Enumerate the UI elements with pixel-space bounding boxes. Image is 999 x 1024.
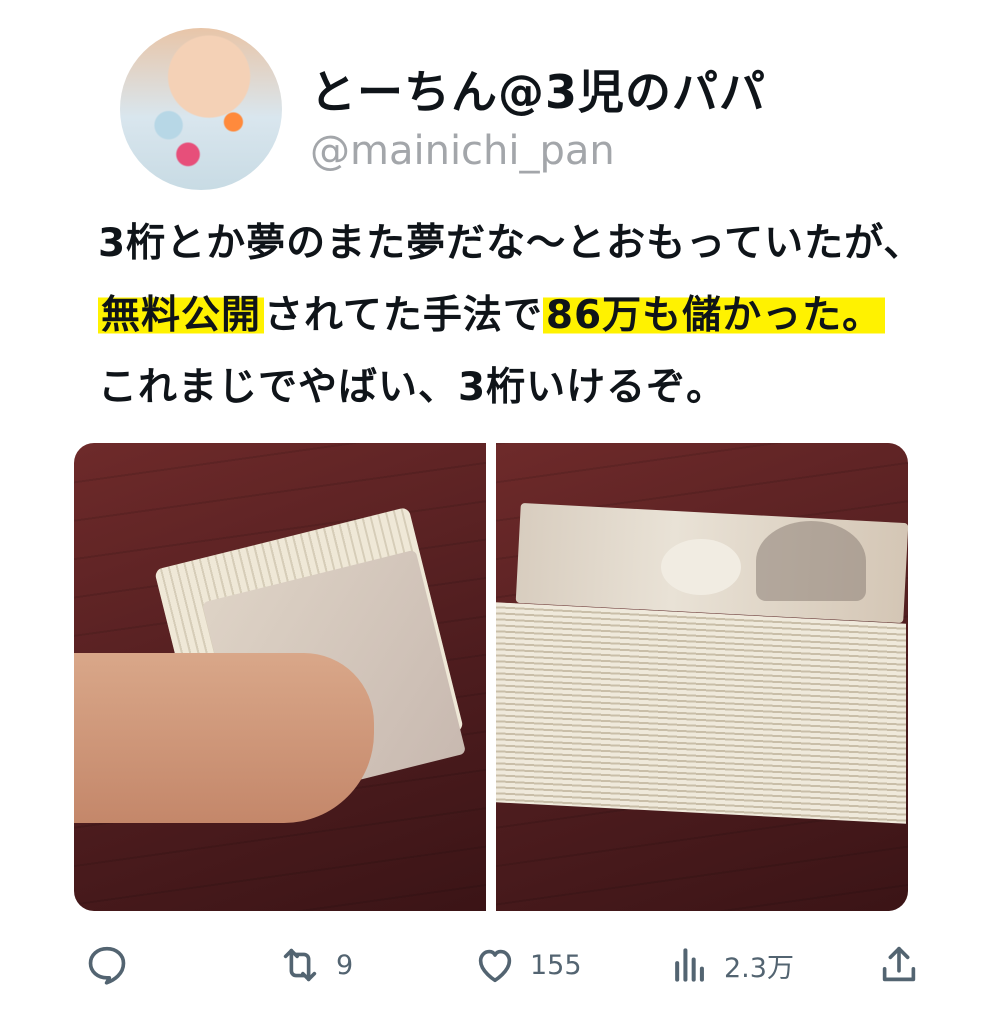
photo-cash-stack[interactable] [496,443,908,911]
banknote-watermark [661,539,741,595]
hand [74,653,374,823]
tweet-line-3: これまじでやばい、3桁いけるぞ。 [98,365,727,410]
photo-cash-in-hand[interactable] [74,443,486,911]
heart-icon [472,942,518,988]
tweet-card: とーちん@3児のパパ @mainichi_pan 3桁とか夢のまた夢だな〜とおも… [0,0,999,1024]
retweet-icon [276,942,324,988]
tweet-line-2: 無料公開されてた手法で86万も儲かった。 [98,280,978,352]
like-count: 155 [530,949,582,981]
views-icon [668,942,712,988]
display-name[interactable]: とーちん@3児のパパ [310,56,766,122]
tweet-text: 3桁とか夢のまた夢だな〜とおもっていたが、 無料公開されてた手法で86万も儲かっ… [98,208,978,424]
highlight-free: 無料公開 [98,293,265,338]
views-count: 2.3万 [724,952,794,984]
share-icon [876,942,922,988]
media-grid [74,443,908,911]
user-handle[interactable]: @mainichi_pan [310,128,615,174]
action-bar: 9 155 2.3万 [80,940,930,990]
highlight-amount: 86万も儲かった。 [542,293,886,338]
like-button[interactable]: 155 [472,940,582,990]
retweet-button[interactable]: 9 [276,940,353,990]
banknote-stack [496,602,906,824]
tweet-line-1: 3桁とか夢のまた夢だな〜とおもっていたが、 [98,221,924,266]
views-button[interactable]: 2.3万 [668,940,794,990]
reply-icon [84,942,130,988]
share-button[interactable] [876,940,922,990]
reply-button[interactable] [84,940,130,990]
avatar[interactable] [120,28,282,190]
retweet-count: 9 [336,949,354,981]
tweet-line-2-mid: されてた手法で [264,293,543,338]
banknote-portrait [756,521,866,601]
